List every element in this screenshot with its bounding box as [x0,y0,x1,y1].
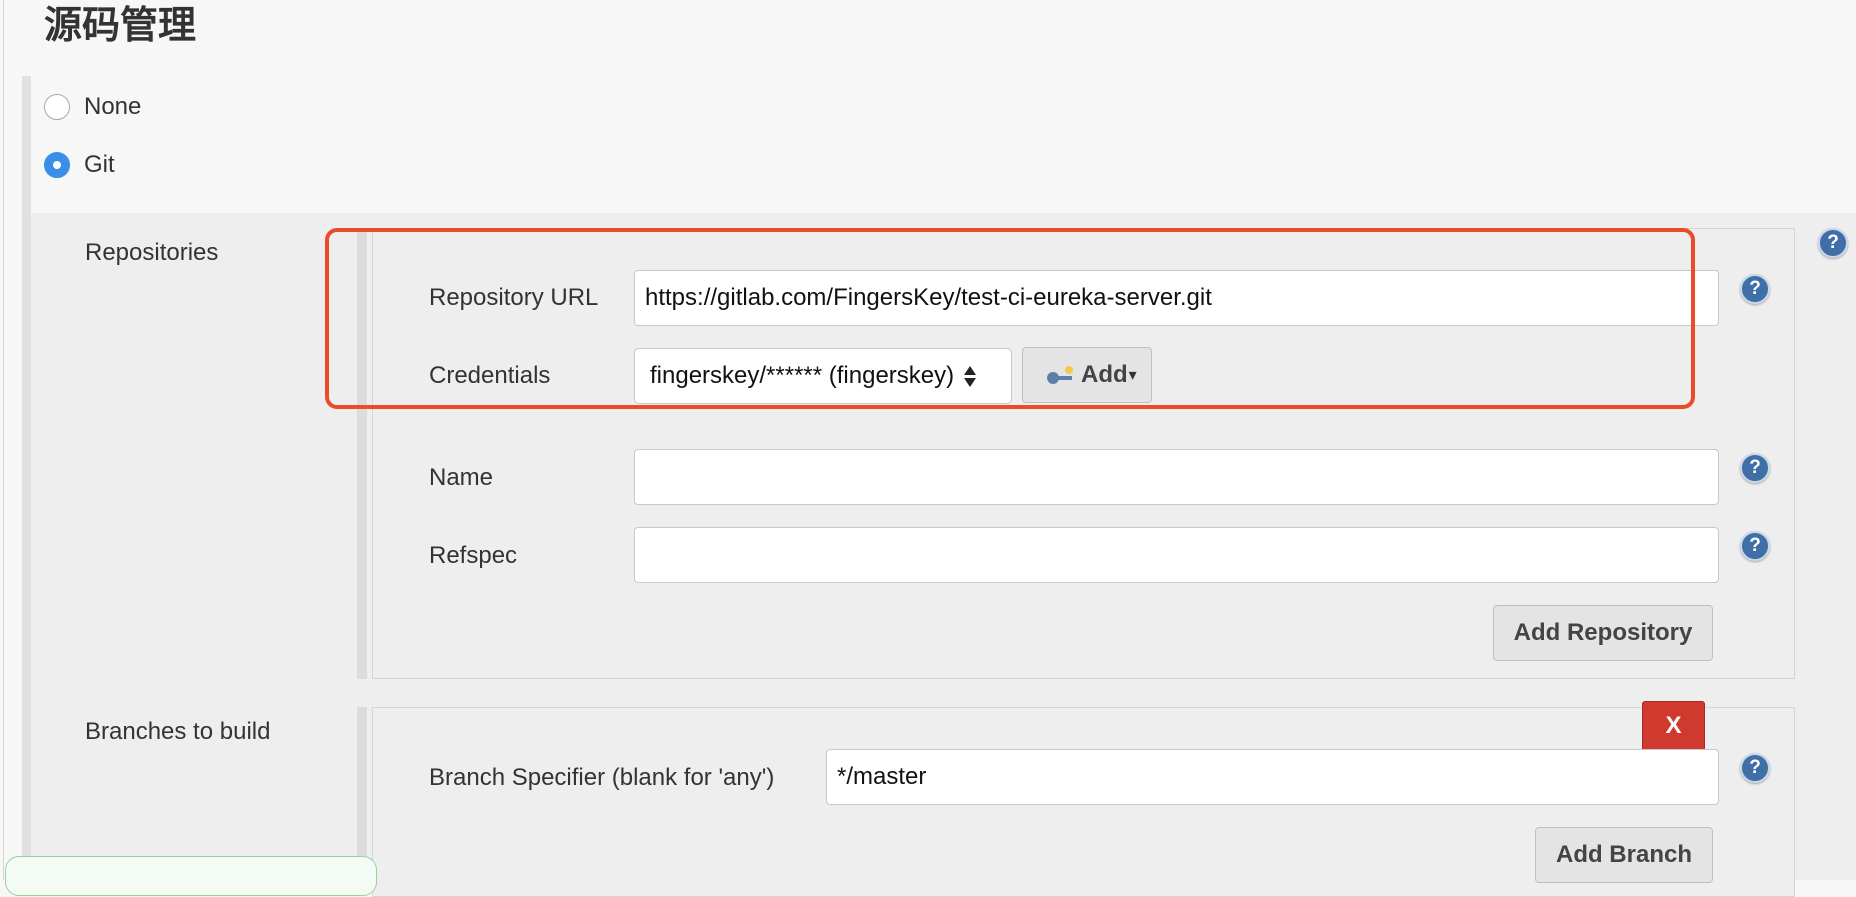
delete-branch-button[interactable]: X [1642,701,1705,751]
highlight-outline [325,228,1695,409]
name-help-icon[interactable]: ? [1740,453,1770,483]
repository-url-help-icon[interactable]: ? [1740,274,1770,304]
radio-selected-dot [53,161,61,169]
branch-specifier-help-icon[interactable]: ? [1740,753,1770,783]
refspec-help-glyph: ? [1749,535,1761,556]
refspec-help-icon[interactable]: ? [1740,531,1770,561]
branch-specifier-label: Branch Specifier (blank for 'any') [429,764,775,791]
radio-none[interactable] [44,94,70,120]
branch-specifier-help-glyph: ? [1749,757,1761,778]
radio-git[interactable] [44,152,70,178]
refspec-label: Refspec [429,542,518,569]
notification-bar [5,856,377,896]
branches-to-build-label: Branches to build [85,718,271,745]
page-left-border [3,0,4,880]
radio-none-label: None [84,93,142,120]
branch-specifier-input[interactable]: */master [826,749,1719,805]
add-repository-button[interactable]: Add Repository [1493,605,1713,661]
branches-bar [357,707,367,880]
name-input[interactable] [634,449,1719,505]
name-label: Name [429,464,494,491]
radio-git-label: Git [84,151,115,178]
page-title: 源码管理 [44,5,197,47]
git-help-icon[interactable]: ? [1818,228,1848,258]
git-help-glyph: ? [1827,232,1839,253]
branch-specifier-value: */master [837,763,927,790]
add-branch-button[interactable]: Add Branch [1535,827,1713,883]
scm-option-none[interactable]: None [44,93,141,121]
delete-branch-label: X [1665,712,1682,739]
repository-url-help-glyph: ? [1749,278,1761,299]
add-branch-label: Add Branch [1555,841,1692,868]
section-left-bar [22,76,31,880]
refspec-input[interactable] [634,527,1719,583]
scm-option-git[interactable]: Git [44,151,115,179]
name-help-glyph: ? [1749,457,1761,478]
add-repository-label: Add Repository [1513,619,1693,646]
repositories-label: Repositories [85,239,219,266]
